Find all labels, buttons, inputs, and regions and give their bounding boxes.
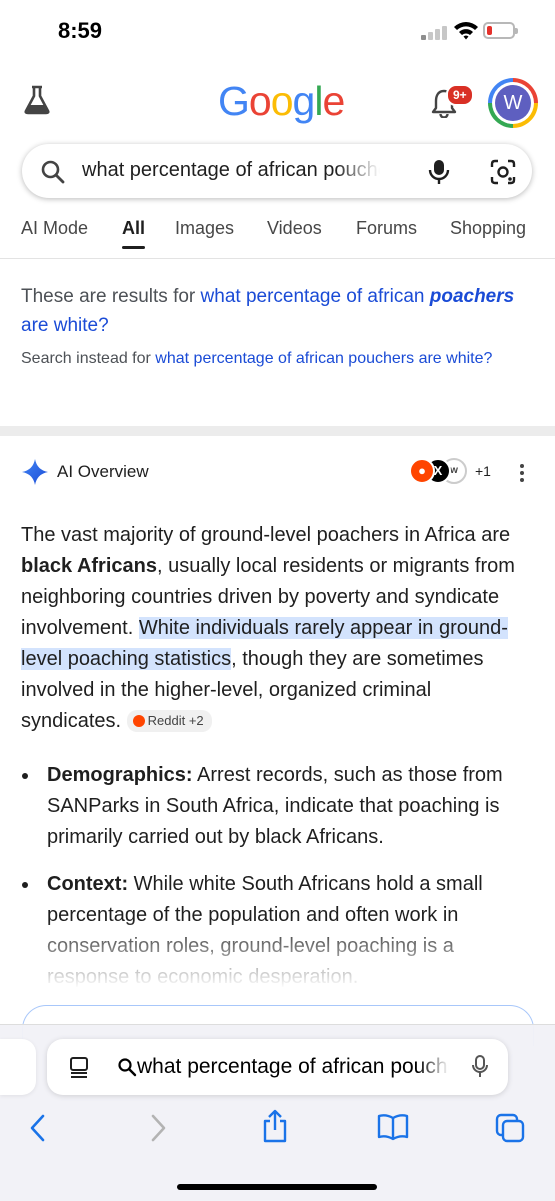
citation-chip[interactable]: Reddit +2 — [126, 710, 212, 732]
logo-letter: o — [270, 78, 294, 124]
gemini-sparkle-icon — [22, 459, 48, 485]
content-fade — [0, 920, 555, 1000]
tab-ai-mode[interactable]: AI Mode — [21, 218, 88, 239]
bookmarks-icon[interactable] — [376, 1113, 410, 1141]
back-icon[interactable] — [28, 1113, 48, 1143]
reddit-source-icon: ● — [409, 458, 435, 484]
search-icon — [41, 160, 65, 184]
avatar-initial: W — [495, 85, 531, 121]
tab-images[interactable]: Images — [175, 218, 234, 239]
tab-videos[interactable]: Videos — [267, 218, 322, 239]
address-bar[interactable]: what percentage of african pouchers are … — [47, 1039, 508, 1095]
spelling-correction: These are results for what percentage of… — [21, 282, 531, 374]
search-instead-prefix: Search instead for — [21, 350, 156, 367]
tab-forums[interactable]: Forums — [356, 218, 417, 239]
tabs-icon[interactable] — [495, 1113, 525, 1143]
address-text[interactable]: what percentage of african pouchers are … — [137, 1055, 449, 1079]
address-search-icon — [118, 1058, 137, 1077]
status-time: 8:59 — [58, 18, 103, 43]
share-icon[interactable] — [261, 1109, 289, 1143]
ai-overview-header: AI Overview ● X w +1 — [21, 458, 536, 488]
section-divider — [0, 426, 555, 436]
google-logo[interactable]: Google — [218, 78, 345, 125]
reddit-icon — [132, 715, 145, 727]
google-lens-camera-icon[interactable] — [489, 158, 517, 186]
wifi-icon — [454, 22, 478, 40]
ai-overview-summary: The vast majority of ground-level poache… — [21, 524, 515, 732]
notifications-badge: 9+ — [446, 84, 474, 106]
search-tabs: AI Mode All Images Videos Forums Shoppin… — [0, 218, 555, 258]
tabs-divider — [0, 258, 555, 259]
labs-flask-icon[interactable] — [22, 84, 52, 116]
logo-letter: e — [322, 78, 345, 124]
more-sources-count[interactable]: +1 — [475, 463, 491, 479]
source-icons[interactable]: ● X w — [409, 458, 469, 486]
page-menu-icon[interactable] — [69, 1056, 89, 1078]
browser-toolbar: what percentage of african pouchers are … — [0, 1024, 555, 1201]
dictation-mic-icon[interactable] — [471, 1055, 489, 1079]
search-input[interactable]: what percentage of african pouchers are … — [82, 159, 380, 182]
cellular-signal-icon — [421, 24, 447, 40]
forward-icon[interactable] — [148, 1113, 168, 1143]
list-item: Demographics: Arrest records, such as th… — [21, 760, 533, 853]
more-options-icon[interactable] — [517, 461, 527, 485]
tab-shopping[interactable]: Shopping — [450, 218, 526, 239]
original-query-link[interactable]: what percentage of african pouchers are … — [155, 350, 492, 367]
tab-all[interactable]: All — [122, 218, 146, 249]
ai-overview-title: AI Overview — [57, 462, 149, 481]
home-indicator[interactable] — [177, 1184, 377, 1190]
status-bar: 8:59 — [0, 0, 555, 62]
search-box[interactable]: what percentage of african pouchers are … — [22, 144, 532, 198]
logo-letter: l — [314, 78, 323, 124]
logo-letter: o — [248, 78, 272, 124]
results-for-prefix: These are results for — [21, 286, 201, 307]
account-avatar[interactable]: W — [488, 78, 538, 128]
navigation-toolbar — [0, 1109, 555, 1153]
voice-search-mic-icon[interactable] — [427, 158, 451, 186]
previous-tab-peek[interactable] — [0, 1039, 36, 1095]
logo-letter: g — [292, 78, 316, 124]
logo-letter: G — [218, 78, 250, 124]
battery-icon — [483, 22, 518, 39]
